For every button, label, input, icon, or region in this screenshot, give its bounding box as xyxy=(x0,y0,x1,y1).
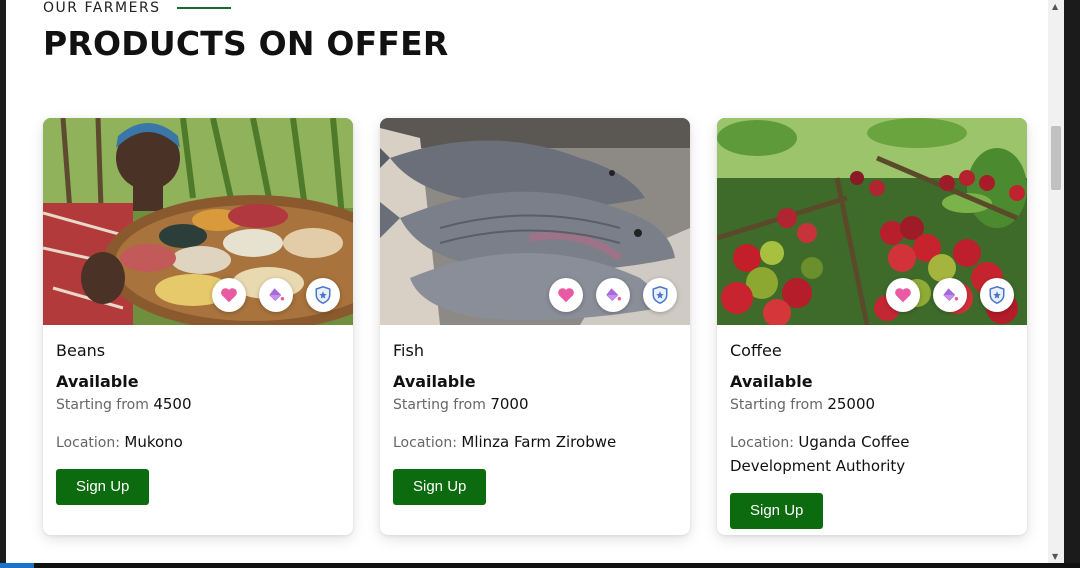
product-image-beans xyxy=(43,118,353,325)
scroll-up-arrow-icon[interactable]: ▲ xyxy=(1052,2,1058,11)
secure-button[interactable] xyxy=(643,278,677,312)
paint-button[interactable] xyxy=(933,278,967,312)
product-card-coffee: Coffee Available Starting from 25000 Loc… xyxy=(717,118,1027,535)
price-label: Starting from xyxy=(393,397,486,413)
product-image-coffee xyxy=(717,118,1027,325)
section-title: PRODUCTS ON OFFER xyxy=(43,24,449,63)
secure-button[interactable] xyxy=(980,278,1014,312)
sign-up-button[interactable]: Sign Up xyxy=(56,469,150,505)
taskbar-accent xyxy=(0,563,34,568)
card-body: Coffee Available Starting from 25000 Loc… xyxy=(717,325,1027,535)
availability-status: Available xyxy=(393,372,476,391)
favorite-button[interactable] xyxy=(549,278,583,312)
location-value: Mlinza Farm Zirobwe xyxy=(461,433,617,451)
product-name: Beans xyxy=(56,341,106,360)
scrollbar-thumb[interactable] xyxy=(1051,126,1061,190)
card-actions xyxy=(549,278,677,312)
location-line: Location: Mukono xyxy=(56,431,340,455)
heart-icon xyxy=(558,288,574,303)
product-name: Coffee xyxy=(730,341,782,360)
product-card-fish: Fish Available Starting from 7000 Locati… xyxy=(380,118,690,535)
price-line: Starting from 4500 xyxy=(56,395,340,413)
heart-icon xyxy=(895,288,911,303)
page-viewport: OUR FARMERS PRODUCTS ON OFFER Beans Avai… xyxy=(6,0,1064,563)
paint-button[interactable] xyxy=(596,278,630,312)
price-label: Starting from xyxy=(56,397,149,413)
price-line: Starting from 25000 xyxy=(730,395,1014,413)
favorite-button[interactable] xyxy=(886,278,920,312)
location-line: Location: Mlinza Farm Zirobwe xyxy=(393,431,677,455)
sign-up-button[interactable]: Sign Up xyxy=(730,493,824,529)
product-image-fish xyxy=(380,118,690,325)
scroll-down-arrow-icon[interactable]: ▼ xyxy=(1052,552,1058,561)
shield-icon xyxy=(315,286,331,304)
heart-icon xyxy=(221,288,237,303)
location-label: Location: xyxy=(393,435,457,451)
price-line: Starting from 7000 xyxy=(393,395,677,413)
availability-status: Available xyxy=(730,372,813,391)
availability-status: Available xyxy=(56,372,139,391)
location-label: Location: xyxy=(56,435,120,451)
card-actions xyxy=(212,278,340,312)
location-value: Mukono xyxy=(124,433,183,451)
paint-bucket-icon xyxy=(269,288,285,301)
eyebrow-text: OUR FARMERS xyxy=(43,0,161,16)
card-body: Beans Available Starting from 4500 Locat… xyxy=(43,325,353,521)
shield-icon xyxy=(652,286,668,304)
paint-bucket-icon xyxy=(943,288,959,301)
card-actions xyxy=(886,278,1014,312)
product-card-beans: Beans Available Starting from 4500 Locat… xyxy=(43,118,353,535)
price-value: 25000 xyxy=(827,395,876,413)
location-label: Location: xyxy=(730,435,794,451)
price-value: 7000 xyxy=(490,395,529,413)
secure-button[interactable] xyxy=(306,278,340,312)
product-name: Fish xyxy=(393,341,424,360)
price-label: Starting from xyxy=(730,397,823,413)
vertical-scrollbar[interactable]: ▲ ▼ xyxy=(1048,0,1064,563)
location-line: Location: Uganda Coffee Development Auth… xyxy=(730,431,1014,479)
favorite-button[interactable] xyxy=(212,278,246,312)
paint-button[interactable] xyxy=(259,278,293,312)
sign-up-button[interactable]: Sign Up xyxy=(393,469,487,505)
price-value: 4500 xyxy=(153,395,192,413)
taskbar xyxy=(0,563,1080,568)
paint-bucket-icon xyxy=(606,288,622,301)
card-body: Fish Available Starting from 7000 Locati… xyxy=(380,325,690,521)
shield-icon xyxy=(989,286,1005,304)
eyebrow-divider xyxy=(176,7,231,9)
section-eyebrow: OUR FARMERS xyxy=(43,0,231,16)
